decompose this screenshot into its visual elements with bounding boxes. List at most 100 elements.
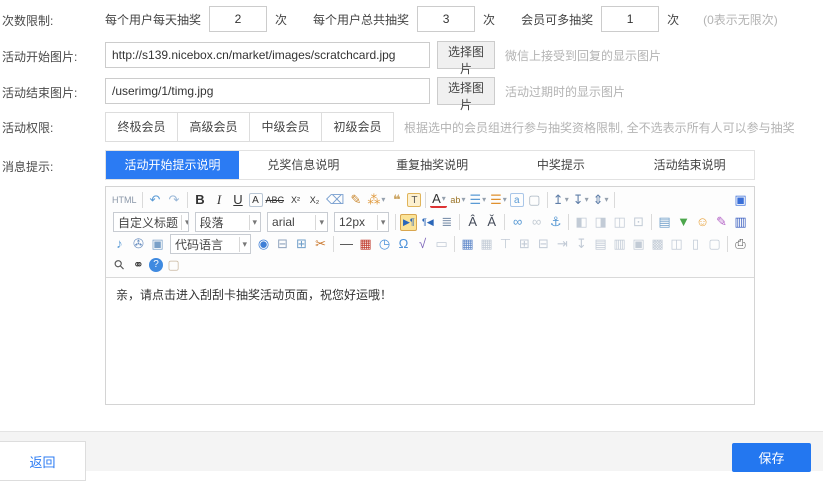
bold-icon[interactable]: B xyxy=(192,191,209,209)
tab-win-tip[interactable]: 中奖提示 xyxy=(497,151,626,179)
member-extra-draw-input[interactable] xyxy=(601,6,659,32)
formula-icon[interactable]: √ xyxy=(414,235,431,253)
cite-icon: ▭ xyxy=(433,235,450,253)
preview-icon[interactable]: ⚲ xyxy=(110,255,132,275)
blockquote-icon[interactable]: ❝ xyxy=(388,191,405,209)
end-image-pick-button[interactable]: 选择图片 xyxy=(437,77,495,105)
unordered-list-icon[interactable]: ☰ xyxy=(489,191,508,209)
limit-field-label: 每个用户每天抽奖 xyxy=(105,11,201,28)
font-color-icon[interactable]: A xyxy=(430,192,447,208)
insert-frame-icon[interactable]: ▣ xyxy=(149,235,166,253)
size-select-value: 12px xyxy=(339,215,365,229)
superscript-icon[interactable]: X² xyxy=(287,191,304,209)
strikethrough-icon[interactable]: ABC xyxy=(265,191,286,209)
uppercase-icon[interactable]: Â xyxy=(464,213,481,231)
insert-col-icon: ⊟ xyxy=(535,235,552,253)
tab-redeem-info[interactable]: 兑奖信息说明 xyxy=(239,151,368,179)
undo-icon[interactable]: ↶ xyxy=(147,191,164,209)
redo-icon[interactable]: ↷ xyxy=(166,191,183,209)
line-height-icon[interactable]: ⇕ xyxy=(592,191,610,209)
indent-firstline-icon[interactable]: ▶¶ xyxy=(400,214,417,231)
table-title-icon: ⊤ xyxy=(497,235,514,253)
size-select[interactable]: 12px xyxy=(334,212,389,232)
insert-table-icon[interactable]: ▦ xyxy=(459,235,476,253)
paste-text-icon[interactable]: T xyxy=(407,193,421,207)
video-icon[interactable]: ▥ xyxy=(732,213,749,231)
insert-date-icon[interactable]: ▦ xyxy=(357,235,374,253)
member-option-2[interactable]: 中级会员 xyxy=(249,112,322,142)
find-replace-icon[interactable]: ⚭ xyxy=(130,256,147,274)
tab-activity-start-tip[interactable]: 活动开始提示说明 xyxy=(106,151,239,179)
fullscreen-icon[interactable]: ▣ xyxy=(732,191,749,209)
help-icon[interactable]: ? xyxy=(149,258,163,272)
scrawl-icon[interactable]: ✎ xyxy=(713,213,730,231)
start-image-pick-button[interactable]: 选择图片 xyxy=(437,41,495,69)
map-icon[interactable]: ◉ xyxy=(255,235,272,253)
screenshot-icon[interactable]: ✂ xyxy=(312,235,329,253)
music-icon[interactable]: ♪ xyxy=(111,235,128,253)
style-select[interactable]: 自定义标题 xyxy=(113,212,189,232)
total-draw-limit-input[interactable] xyxy=(417,6,475,32)
auto-typeset-icon[interactable]: ⁂ xyxy=(366,191,386,209)
paragraph-space-top-icon[interactable]: ↥ xyxy=(552,191,570,209)
underline-icon[interactable]: U xyxy=(230,191,247,209)
new-doc-icon[interactable]: ▢ xyxy=(526,191,543,209)
delete-col-icon: ▯ xyxy=(687,235,704,253)
toolbar-separator xyxy=(614,192,615,208)
limit-row: 每个用户每天抽奖次每个用户总共抽奖次会员可多抽奖次 (0表示无限次) xyxy=(105,6,778,32)
toolbar-separator xyxy=(459,214,460,230)
paragraph-select[interactable]: 段落 xyxy=(195,212,261,232)
insert-time-icon[interactable]: ◷ xyxy=(376,235,393,253)
page-break-icon[interactable]: ⊟ xyxy=(274,235,291,253)
font-select[interactable]: arial xyxy=(267,212,328,232)
merge-down-icon: ↧ xyxy=(573,235,590,253)
member-option-1[interactable]: 高级会员 xyxy=(177,112,250,142)
tab-repeat-draw[interactable]: 重复抽奖说明 xyxy=(368,151,497,179)
special-chars-icon[interactable]: Ω xyxy=(395,235,412,253)
back-button[interactable]: 返回 xyxy=(0,441,86,481)
highlight-color-icon[interactable]: ab xyxy=(449,191,466,209)
unlink-icon: ∞ xyxy=(528,213,545,231)
limit-field-label: 每个用户总共抽奖 xyxy=(313,11,409,28)
end-image-hint: 活动过期时的显示图片 xyxy=(505,83,625,100)
template-icon[interactable]: ⊞ xyxy=(293,235,310,253)
daily-draw-limit-input[interactable] xyxy=(209,6,267,32)
horizontal-rule-icon[interactable]: — xyxy=(338,235,355,253)
attachment-icon[interactable]: ✇ xyxy=(130,235,147,253)
member-option-3[interactable]: 初级会员 xyxy=(321,112,394,142)
insert-image-icon[interactable]: ▤ xyxy=(656,213,673,231)
limit-field-unit: 次 xyxy=(667,11,679,28)
lowercase-icon[interactable]: Ǎ xyxy=(483,213,500,231)
font-border-icon[interactable]: A xyxy=(249,193,263,207)
paragraph-space-bottom-icon[interactable]: ↧ xyxy=(572,191,590,209)
anchor-icon[interactable]: a xyxy=(510,193,524,207)
member-option-0[interactable]: 终极会员 xyxy=(105,112,178,142)
permission-label: 活动权限: xyxy=(2,119,102,136)
tab-activity-end[interactable]: 活动结束说明 xyxy=(625,151,754,179)
start-image-url-input[interactable] xyxy=(105,42,430,68)
paragraph-backward-icon[interactable]: ¶◀ xyxy=(419,213,436,231)
toolbar-separator xyxy=(333,236,334,252)
subscript-icon[interactable]: X₂ xyxy=(306,191,323,209)
upload-image-icon[interactable]: ▼ xyxy=(675,213,692,231)
end-image-url-input[interactable] xyxy=(105,78,430,104)
print-icon[interactable]: ⎙ xyxy=(732,235,749,253)
format-clear-icon[interactable]: ⌫ xyxy=(325,191,345,209)
doc-background-icon: ▢ xyxy=(706,235,723,253)
text-anchor-icon[interactable]: ⚓ xyxy=(547,213,564,231)
italic-icon[interactable]: I xyxy=(211,191,228,209)
start-image-row: 选择图片 微信上接受到回复的显示图片 xyxy=(105,41,661,69)
toolbar-row: HTML↶↷BIUAABCX²X₂⌫✎⁂❝TAab☰☰a▢↥↧⇕▣ xyxy=(110,189,750,211)
format-brush-icon[interactable]: ✎ xyxy=(347,191,364,209)
editor-content[interactable]: 亲，请点击进入刮刮卡抽奖活动页面，祝您好运哦！ xyxy=(106,278,754,404)
toolbar-row: ♪✇▣代码语言◉⊟⊞✂—▦◷Ω√▭▦▦⊤⊞⊟⇥↧▤▥▣▩◫▯▢⎙ xyxy=(110,233,750,255)
ordered-list-icon[interactable]: ☰ xyxy=(468,191,487,209)
limit-row-label: 次数限制: xyxy=(2,12,102,29)
end-image-label: 活动结束图片: xyxy=(2,84,102,101)
source-icon[interactable]: HTML xyxy=(111,191,138,209)
emotion-icon[interactable]: ☺ xyxy=(694,213,711,231)
link-icon[interactable]: ∞ xyxy=(509,213,526,231)
paragraph-format-icon[interactable]: ≣ xyxy=(438,213,455,231)
code-language-select[interactable]: 代码语言 xyxy=(170,234,251,254)
save-button[interactable]: 保存 xyxy=(732,443,811,472)
